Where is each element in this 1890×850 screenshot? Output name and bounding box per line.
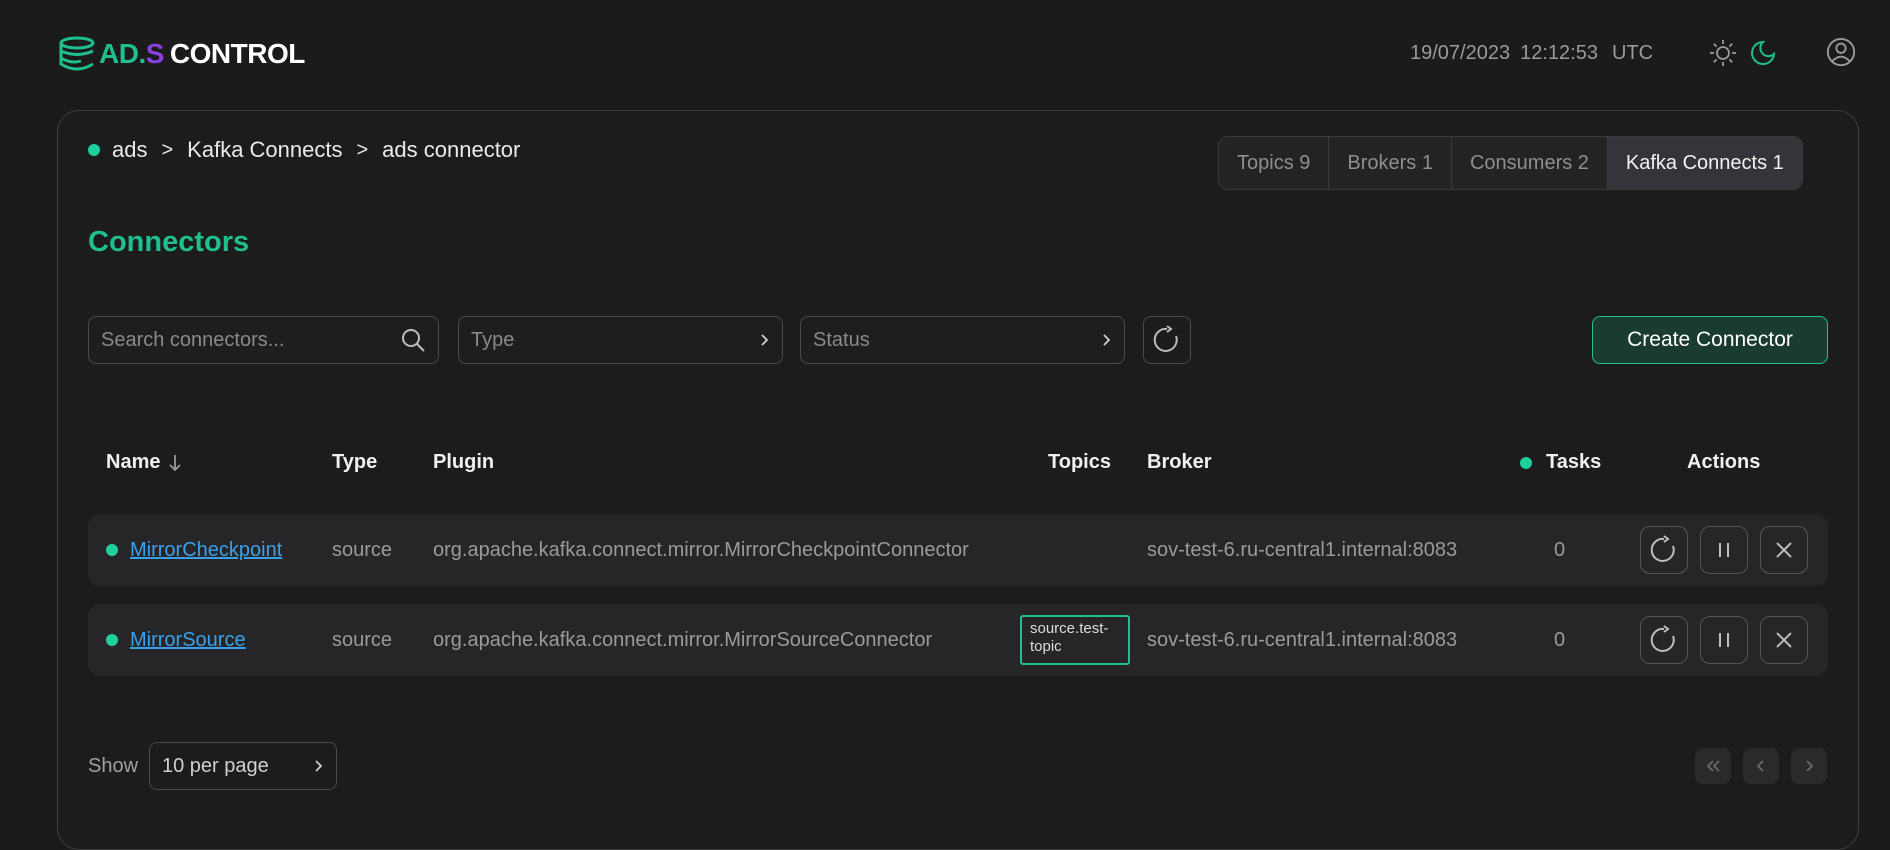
sort-down-icon (169, 454, 182, 471)
double-chevron-left-icon (1706, 760, 1720, 772)
connector-status (106, 514, 118, 586)
breadcrumb: ads > Kafka Connects > ads connector (88, 137, 520, 163)
close-icon (1776, 542, 1792, 558)
delete-connector-button[interactable] (1760, 526, 1808, 574)
type-placeholder: Type (471, 328, 515, 351)
status-dot (106, 634, 118, 646)
moon-icon (1751, 40, 1776, 65)
server-clock: 19/07/2023 12:12:53 UTC (1410, 42, 1653, 65)
connector-plugin: org.apache.kafka.connect.mirror.MirrorSo… (433, 628, 933, 651)
pause-icon (1719, 633, 1729, 647)
next-page-button[interactable] (1791, 748, 1827, 784)
tab-kafka-connects[interactable]: Kafka Connects 1 (1607, 137, 1802, 189)
restart-icon (1650, 625, 1675, 652)
topic-chip[interactable]: source.test-topic (1020, 615, 1130, 665)
logo-s: S (145, 38, 165, 69)
connector-tasks: 0 (1554, 538, 1566, 561)
close-icon (1776, 632, 1792, 648)
connector-broker: sov-test-6.ru-central1.internal:8083 (1147, 538, 1458, 561)
connector-plugin: org.apache.kafka.connect.mirror.MirrorCh… (433, 538, 969, 561)
sun-icon (1710, 40, 1736, 66)
delete-connector-button[interactable] (1760, 616, 1808, 664)
connector-type: source (332, 538, 393, 561)
tab-brokers[interactable]: Brokers 1 (1329, 137, 1452, 189)
restart-connector-button[interactable] (1640, 526, 1688, 574)
pause-icon (1719, 543, 1729, 557)
breadcrumb-kafka-connects[interactable]: Kafka Connects (187, 137, 342, 163)
dark-theme-button[interactable] (1748, 38, 1778, 68)
chevron-left-icon (1756, 760, 1764, 772)
breadcrumb-current: ads connector (382, 137, 521, 162)
light-theme-button[interactable] (1708, 38, 1738, 68)
connector-type: source (332, 628, 393, 651)
column-header-broker: Broker (1147, 451, 1212, 473)
search-icon (402, 329, 425, 352)
column-header-plugin: Plugin (433, 451, 495, 473)
column-header-name-label: Name (106, 451, 161, 473)
cluster-tabs: Topics 9 Brokers 1 Consumers 2 Kafka Con… (1218, 136, 1803, 190)
connector-tasks: 0 (1554, 628, 1566, 651)
create-connector-button[interactable]: Create Connector (1592, 316, 1828, 364)
clock-timezone: UTC (1611, 42, 1654, 64)
refresh-list-button[interactable] (1143, 316, 1191, 364)
chevron-right-icon (761, 334, 769, 346)
status-dot (106, 544, 118, 556)
status-placeholder: Status (813, 328, 870, 351)
database-logo-icon (59, 36, 95, 71)
pause-connector-button[interactable] (1700, 526, 1748, 574)
chevron-right-icon (1103, 334, 1111, 346)
clock-time: 12:12:53 (1520, 42, 1598, 64)
app-logo[interactable]: AD.S CONTROL (57, 34, 305, 74)
user-profile-button[interactable] (1826, 37, 1856, 67)
main-panel: ads > Kafka Connects > ads connector Top… (57, 110, 1859, 850)
per-page-value: 10 per page (162, 754, 269, 777)
breadcrumb-cluster[interactable]: ads (112, 137, 147, 163)
column-header-type: Type (332, 451, 378, 473)
per-page-select[interactable]: 10 per page (149, 742, 337, 790)
search-input[interactable]: Search connectors... (88, 316, 439, 364)
table-row: MirrorSource source org.apache.kafka.con… (88, 604, 1828, 676)
restart-icon (1650, 535, 1675, 562)
connector-status (106, 604, 118, 676)
refresh-icon (1153, 325, 1178, 352)
breadcrumb-separator: > (161, 138, 174, 161)
tab-consumers[interactable]: Consumers 2 (1452, 137, 1608, 189)
previous-page-button[interactable] (1743, 748, 1779, 784)
first-page-button[interactable] (1695, 748, 1731, 784)
pause-connector-button[interactable] (1700, 616, 1748, 664)
cluster-status-dot (88, 144, 100, 156)
logo-control: CONTROL (169, 38, 305, 69)
column-header-topics: Topics (1048, 451, 1111, 473)
tasks-status-dot (1520, 456, 1532, 469)
page-title: Connectors (88, 226, 250, 258)
column-header-tasks: Tasks (1520, 451, 1601, 474)
column-header-tasks-label: Tasks (1546, 451, 1602, 473)
column-header-name[interactable]: Name (106, 451, 182, 474)
type-select[interactable]: Type (458, 316, 783, 364)
connector-name-link[interactable]: MirrorSource (130, 629, 246, 652)
chevron-right-icon (315, 760, 323, 772)
search-placeholder: Search connectors... (101, 328, 285, 351)
logo-text: AD.S CONTROL (99, 38, 305, 70)
status-select[interactable]: Status (800, 316, 1125, 364)
table-row: MirrorCheckpoint source org.apache.kafka… (88, 514, 1828, 586)
column-header-actions: Actions (1687, 451, 1761, 473)
show-label: Show (88, 755, 139, 777)
logo-ad: AD (99, 38, 139, 69)
clock-date: 19/07/2023 (1410, 42, 1511, 64)
tab-topics[interactable]: Topics 9 (1219, 137, 1330, 189)
restart-connector-button[interactable] (1640, 616, 1688, 664)
user-icon (1826, 37, 1856, 67)
connector-name-link[interactable]: MirrorCheckpoint (130, 539, 282, 562)
connector-broker: sov-test-6.ru-central1.internal:8083 (1147, 628, 1458, 651)
top-header: AD.S CONTROL 19/07/2023 12:12:53 UTC (0, 0, 1890, 110)
theme-switcher (1708, 38, 1778, 68)
breadcrumb-separator: > (356, 138, 369, 161)
chevron-right-icon (1806, 760, 1814, 772)
logo-dot: . (138, 38, 146, 69)
